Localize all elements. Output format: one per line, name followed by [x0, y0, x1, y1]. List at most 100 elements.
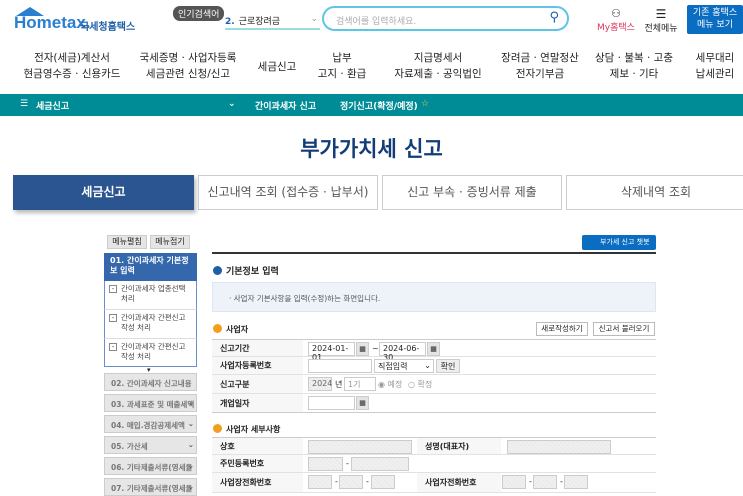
phone-2-input[interactable]: [339, 475, 363, 489]
radio-prelim[interactable]: ◉ 예정: [378, 379, 402, 390]
period-from-input[interactable]: 2024-01-01: [308, 342, 355, 362]
global-nav: 전자(세금)계산서 현금영수증 · 신용카드 국세증명 · 사업자등록 세금관련 신…: [0, 50, 743, 86]
open-label: 개업일자: [212, 394, 303, 412]
breadcrumb-level2[interactable]: 간이과세자 신고: [255, 99, 316, 112]
gnb-item-statement[interactable]: 지급명세서 자료제출 · 공익법인: [388, 50, 488, 82]
sidebar-item[interactable]: 05. 가산세 ⌄: [104, 436, 197, 454]
calendar-icon[interactable]: ▦: [356, 342, 369, 356]
item-label: 05. 가산세: [111, 442, 148, 451]
search-input[interactable]: 검색어를 입력하세요. ⚲: [322, 6, 569, 31]
period-to-input[interactable]: 2024-06-30: [379, 342, 426, 362]
dash: -: [335, 477, 338, 486]
sidebar-item[interactable]: 07. 기타제출서류(영세율 ⌄: [104, 478, 197, 496]
my-label: My홈택스: [597, 23, 635, 33]
term-select[interactable]: 1기: [344, 377, 376, 391]
dash: -: [529, 477, 532, 486]
tab-attachments[interactable]: 신고 부속 · 증빙서류 제출: [382, 175, 562, 210]
tab-history[interactable]: 신고내역 조회 (접수증 · 납부서): [198, 175, 378, 210]
chevron-down-icon: ⌄: [187, 461, 194, 470]
phone-3-input[interactable]: [371, 475, 395, 489]
new-write-button[interactable]: 새로작성하기: [536, 322, 588, 336]
mobile-2-input[interactable]: [533, 475, 557, 489]
mobile-1-input[interactable]: [502, 475, 526, 489]
gnb-item-invoice[interactable]: 전자(세금)계산서 현금영수증 · 신용카드: [22, 50, 122, 82]
breadcrumb-level3[interactable]: 정기신고(확정/예정): [340, 99, 418, 112]
biz-title-text: 사업자: [226, 325, 249, 334]
sidebar-item[interactable]: 03. 과세표준 및 매출세액 ⌄: [104, 394, 197, 412]
page-title: 부가가치세 신고: [300, 137, 443, 161]
popular-keyword-select[interactable]: 2. 근로장려금 ⌄: [225, 14, 320, 30]
rep-input[interactable]: [507, 440, 611, 454]
breadcrumb: ☰ 세금신고 ⌄ 간이과세자 신고 정기신고(확정/예정) ☆: [0, 94, 743, 116]
sidebar-sub-item[interactable]: - 간이과세자 간편신고 작성 처리: [104, 339, 197, 367]
menu-collapse-button[interactable]: 메뉴접기: [150, 235, 190, 249]
gnb-item-payment[interactable]: 납부 고지 · 환급: [312, 50, 372, 82]
sidebar-item-active[interactable]: 01. 간이과세자 기본정보 입력: [104, 253, 197, 281]
old-menu-line1: 기존 홈택스: [692, 8, 738, 18]
my-hometax-button[interactable]: ⚇ My홈택스: [595, 7, 637, 33]
type-label: 신고구분: [212, 375, 303, 393]
sidebar-item[interactable]: 02. 간이과세자 신고내용: [104, 373, 197, 391]
name-input[interactable]: [308, 440, 412, 454]
item-label: 04. 매입.경감공제세액: [111, 421, 185, 430]
sidebar-sub-item[interactable]: - 간이과세자 업종선택 처리: [104, 281, 197, 310]
term-value: 1기: [348, 380, 361, 389]
chevron-down-icon: ⌄: [310, 14, 318, 24]
regno-input[interactable]: [308, 359, 372, 373]
gnb-item-agent[interactable]: 세무대리 납세관리: [690, 50, 740, 82]
old-menu-button[interactable]: 기존 홈택스 메뉴 보기: [687, 5, 743, 34]
chatbot-button[interactable]: 부가세 신고 챗봇: [582, 235, 656, 250]
section-title: 기본정보 입력: [213, 264, 279, 277]
item-label: 02. 간이과세자 신고내용: [111, 379, 192, 388]
rrn-front-input[interactable]: [308, 457, 343, 471]
row-type: 신고구분 2024 년 1기 ◉ 예정 ○ 확정: [212, 375, 656, 394]
chevron-down-icon[interactable]: ⌄: [228, 99, 236, 109]
gnb-item-tax-report[interactable]: 세금신고: [252, 59, 302, 75]
rank: 2.: [225, 17, 235, 27]
mobile-3-input[interactable]: [564, 475, 588, 489]
row-rrn: 주민등록번호 -: [212, 455, 656, 473]
minus-icon: -: [109, 343, 117, 351]
gnb-item-incentive[interactable]: 장려금 · 연말정산 전자기부금: [496, 50, 584, 82]
radio-final[interactable]: ○ 확정: [408, 379, 432, 390]
tab-deleted[interactable]: 삭제내역 조회: [566, 175, 743, 210]
gnb-item-certificate[interactable]: 국세증명 · 사업자등록 세금관련 신청/신고: [138, 50, 238, 82]
biz-section-title: 사업자: [213, 324, 248, 335]
regno-select[interactable]: 직접입력 ⌄: [374, 359, 434, 373]
load-report-button[interactable]: 신고서 불러오기: [593, 322, 655, 336]
minus-icon: -: [109, 285, 117, 293]
open-date-input[interactable]: [308, 396, 355, 410]
chevron-down-icon: ⌄: [187, 398, 194, 407]
info-box: · 사업자 기본사항을 입력(수정)하는 화면입니다.: [212, 282, 656, 312]
star-icon[interactable]: ☆: [421, 99, 429, 109]
regno-label: 사업자등록번호: [212, 357, 303, 374]
period-sep: ~: [372, 344, 379, 353]
rrn-back-input[interactable]: [351, 457, 409, 471]
hometax-logo[interactable]: Hometax. 국세청홈택스: [14, 7, 144, 35]
calendar-icon[interactable]: ▦: [356, 396, 369, 410]
tab-tax-report[interactable]: 세금신고: [13, 175, 194, 210]
row-regno: 사업자등록번호 직접입력 ⌄ 확인: [212, 357, 656, 375]
menu-icon[interactable]: ☰: [20, 99, 28, 109]
calendar-icon[interactable]: ▦: [427, 342, 440, 356]
search-icon[interactable]: ⚲: [549, 10, 559, 25]
detail-section-title: 사업자 세부사항: [213, 424, 280, 435]
all-menu-button[interactable]: ☰ 전체메뉴: [643, 7, 679, 34]
confirm-button[interactable]: 확인: [436, 359, 460, 373]
year-input[interactable]: 2024: [308, 377, 332, 391]
sub-label: 간이과세자 간편신고 작성 처리: [121, 313, 186, 332]
sidebar-item[interactable]: 04. 매입.경감공제세액 ⌄: [104, 415, 197, 433]
keyword: 근로장려금: [238, 17, 281, 27]
mobile-label: 사업자전화번호: [417, 473, 501, 492]
phone-1-input[interactable]: [308, 475, 332, 489]
breadcrumb-menu[interactable]: 세금신고: [36, 99, 69, 112]
sidebar-active-label: 01. 간이과세자 기본정보 입력: [110, 256, 189, 275]
sidebar-sub-item[interactable]: - 간이과세자 간편신고 작성 처리: [104, 310, 197, 339]
user-icon: ⚇: [611, 7, 621, 20]
gnb-item-consult[interactable]: 상담 · 불복 · 고충 제보 · 기타: [594, 50, 674, 82]
sidebar-item[interactable]: 06. 기타제출서류(영세율 ⌄: [104, 457, 197, 475]
menu-expand-button[interactable]: 메뉴펼침: [107, 235, 147, 249]
chevron-down-icon: ⌄: [187, 440, 194, 449]
search-placeholder: 검색어를 입력하세요.: [336, 17, 417, 27]
period-label: 신고기간: [212, 340, 303, 356]
